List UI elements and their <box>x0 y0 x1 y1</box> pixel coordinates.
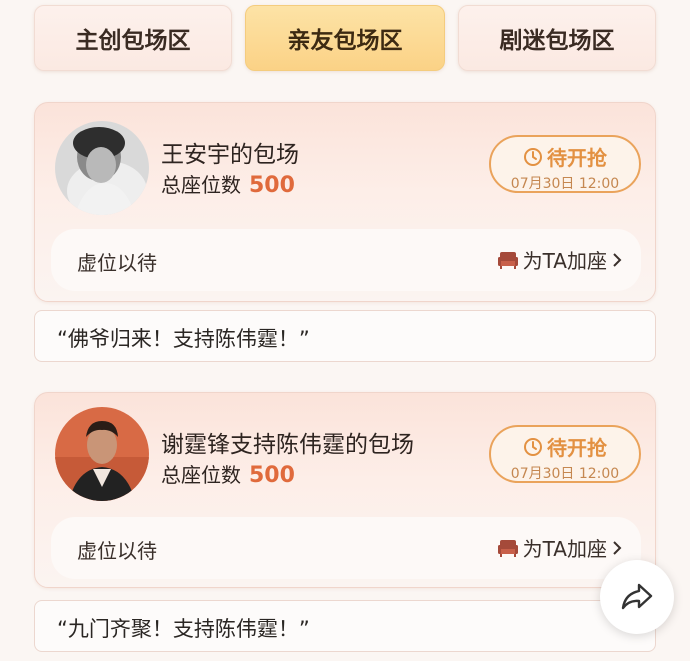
tab-label: 剧迷包场区 <box>499 28 615 54</box>
add-seat-button[interactable]: 为TA加座 <box>497 533 623 562</box>
tab-creator-package[interactable]: 主创包场区 <box>34 5 232 71</box>
seat-count-label: 总座位数 <box>161 173 241 197</box>
tab-label: 主创包场区 <box>75 28 191 54</box>
placeholder-text: 虚位以待 <box>77 539 157 563</box>
seat-count-value: 500 <box>249 173 295 198</box>
support-message: “九门齐聚！支持陈伟霆！” <box>34 600 656 652</box>
chevron-right-icon <box>613 252 622 267</box>
chevron-right-icon <box>613 540 622 555</box>
package-card[interactable]: 谢霆锋支持陈伟霆的包场 总座位数 500 待开抢 07月30日 12:00 虚位以… <box>34 392 656 588</box>
add-seat-button[interactable]: 为TA加座 <box>497 245 623 274</box>
seat-count-label: 总座位数 <box>161 463 241 487</box>
package-tabs: 主创包场区 亲友包场区 剧迷包场区 <box>34 5 656 73</box>
avatar[interactable] <box>55 121 149 215</box>
avatar[interactable] <box>55 407 149 501</box>
status-time: 07月30日 12:00 <box>510 466 620 482</box>
placeholder-text: 虚位以待 <box>77 251 157 275</box>
status-time: 07月30日 12:00 <box>510 176 620 192</box>
tab-friends-package[interactable]: 亲友包场区 <box>245 5 445 71</box>
seat-count: 总座位数 500 <box>161 459 295 488</box>
support-message: “佛爷归来！支持陈伟霆！” <box>34 310 656 362</box>
status-label: 待开抢 <box>547 146 607 170</box>
package-title: 王安宇的包场 <box>161 142 299 168</box>
add-seat-label: 为TA加座 <box>522 249 607 273</box>
add-seat-label: 为TA加座 <box>522 537 607 561</box>
status-badge: 待开抢 07月30日 12:00 <box>489 135 641 193</box>
tab-fans-package[interactable]: 剧迷包场区 <box>458 5 656 71</box>
status-badge: 待开抢 07月30日 12:00 <box>489 425 641 483</box>
status-label: 待开抢 <box>547 436 607 460</box>
seat-count-value: 500 <box>249 463 295 488</box>
sofa-icon <box>497 539 518 557</box>
seat-row: 虚位以待 为TA加座 <box>51 517 641 579</box>
seat-count: 总座位数 500 <box>161 169 295 198</box>
share-button[interactable] <box>600 560 674 634</box>
share-icon <box>621 583 653 610</box>
clock-icon <box>524 437 542 456</box>
package-card[interactable]: 王安宇的包场 总座位数 500 待开抢 07月30日 12:00 虚位以待 为TA… <box>34 102 656 302</box>
tab-label: 亲友包场区 <box>287 28 403 54</box>
sofa-icon <box>497 251 518 269</box>
seat-row: 虚位以待 为TA加座 <box>51 229 641 291</box>
package-title: 谢霆锋支持陈伟霆的包场 <box>161 432 414 458</box>
clock-icon <box>524 147 542 166</box>
